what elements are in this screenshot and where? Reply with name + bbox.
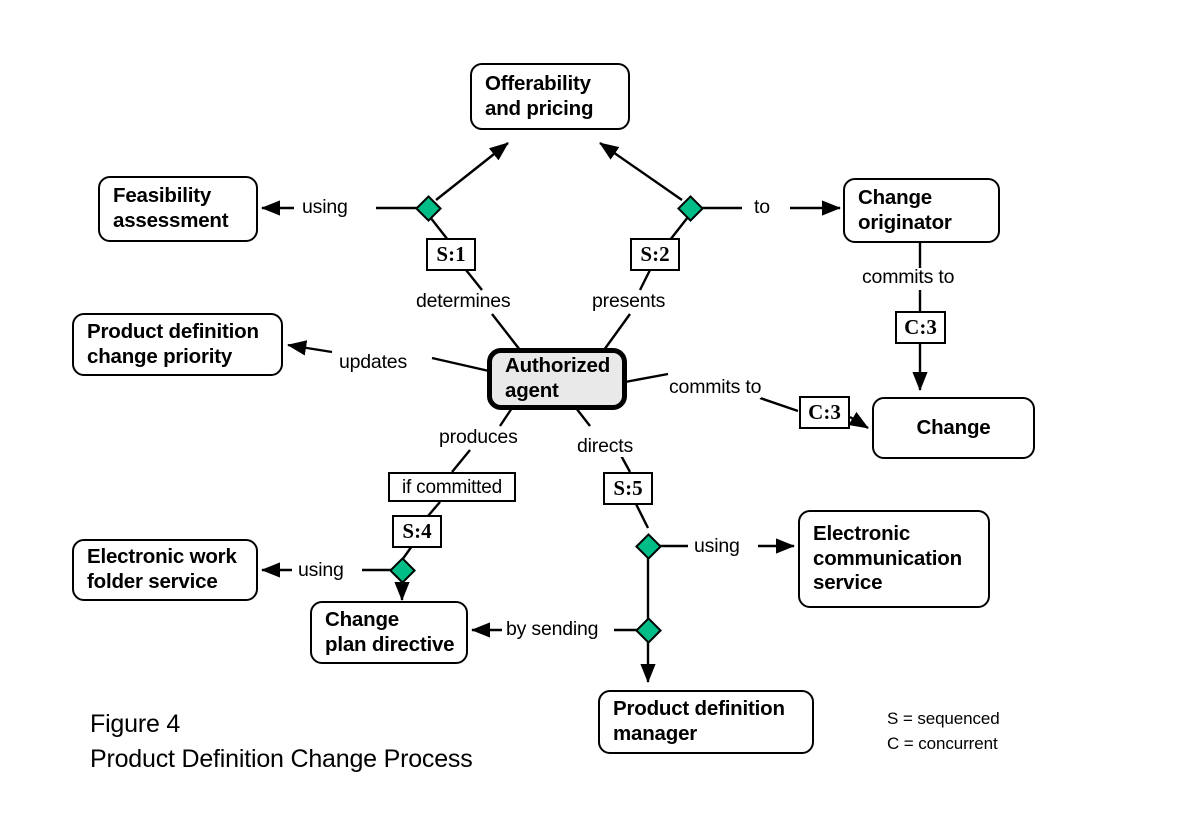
node-feasibility-assessment[interactable]: Feasibility assessment <box>98 176 258 242</box>
node-electronic-work-folder-service[interactable]: Electronic work folder service <box>72 539 258 601</box>
tagbox-label: C:3 <box>808 400 841 424</box>
relation-label-presents: presents <box>592 290 666 312</box>
relation-label-commits-to-change: commits to <box>862 266 955 288</box>
relation-label-using-feasibility: using <box>302 196 348 218</box>
junction-diamond-s5-upper[interactable] <box>634 532 662 560</box>
wire-commitsto-c3b <box>759 396 799 413</box>
tagbox-s2[interactable]: S:2 <box>630 238 680 271</box>
relation-label-using-ework: using <box>298 559 344 581</box>
tagbox-label: S:1 <box>436 242 466 266</box>
node-authorized-agent[interactable]: Authorized agent <box>487 348 627 410</box>
node-line: Electronic <box>813 522 911 546</box>
node-line: Change <box>916 415 991 439</box>
node-line: Electronic work <box>87 545 237 569</box>
node-line: Product definition <box>87 319 259 343</box>
figure-number: Figure 4 <box>90 710 181 738</box>
wire-determines-agent <box>491 313 521 351</box>
wire-s2-presents <box>638 269 652 291</box>
wire-ifcommitted-s4 <box>427 501 441 517</box>
wire-c3b-change <box>848 411 869 430</box>
node-line: Offerability <box>485 71 591 95</box>
tagbox-s1[interactable]: S:1 <box>426 238 476 271</box>
wire-updates-priority <box>287 340 333 356</box>
node-line: and pricing <box>485 96 594 120</box>
relation-label-to-originator: to <box>754 196 770 218</box>
tagbox-c3-originator[interactable]: C:3 <box>895 311 946 344</box>
node-offerability-and-pricing[interactable]: Offerability and pricing <box>470 63 630 130</box>
node-product-definition-change-priority[interactable]: Product definition change priority <box>72 313 283 376</box>
tagbox-label: S:5 <box>613 476 643 500</box>
relation-label-determines: determines <box>416 290 511 312</box>
wire-s1-determines <box>465 269 483 291</box>
relation-label-by-sending: by sending <box>506 618 599 640</box>
node-line: Feasibility <box>113 184 212 208</box>
tagbox-c3-agent[interactable]: C:3 <box>799 396 850 429</box>
relation-label-using-ecomm: using <box>694 535 740 557</box>
figure-caption: Figure 4 Product Definition Change Proce… <box>90 707 473 776</box>
node-change-plan-directive[interactable]: Change plan directive <box>310 601 468 664</box>
relation-label-updates: updates <box>339 351 407 373</box>
junction-diamond-s4[interactable] <box>388 556 416 584</box>
tagbox-if-committed[interactable]: if committed <box>388 472 516 502</box>
legend-line-concurrent: C = concurrent <box>887 733 998 753</box>
node-electronic-communication-service[interactable]: Electronic communication service <box>798 510 990 608</box>
figure-title: Product Definition Change Process <box>90 744 473 773</box>
junction-diamond-s2[interactable] <box>676 194 704 222</box>
wire-agent-directs <box>575 407 591 427</box>
node-line: manager <box>613 722 698 745</box>
legend-line-sequenced: S = sequenced <box>887 709 1000 728</box>
wire-offerability-left <box>435 142 509 201</box>
node-line: communication <box>813 546 962 570</box>
node-line: Change <box>858 185 932 209</box>
tagbox-label: if committed <box>401 476 502 498</box>
node-change[interactable]: Change <box>872 397 1035 459</box>
node-line: Change <box>325 607 399 631</box>
tagbox-s5[interactable]: S:5 <box>603 472 653 505</box>
tagbox-label: S:4 <box>402 519 432 543</box>
relation-label-directs: directs <box>577 435 634 457</box>
diagram-canvas: Offerability and pricing Feasibility ass… <box>0 0 1200 821</box>
node-line: change priority <box>87 344 233 368</box>
relation-label-commits-to-agent: commits to <box>669 376 762 398</box>
wire-produces-ifcommitted <box>451 449 471 473</box>
wire-agent-commitsto <box>624 372 669 384</box>
node-line: Authorized <box>505 354 611 378</box>
node-line: originator <box>858 210 952 234</box>
relation-label-produces: produces <box>439 426 518 448</box>
wire-diamond2-s2 <box>669 216 689 241</box>
wire-offerability-right <box>599 142 683 201</box>
junction-diamond-s5-lower[interactable] <box>634 616 662 644</box>
wire-presents-agent <box>603 313 631 351</box>
tagbox-s4[interactable]: S:4 <box>392 515 442 548</box>
legend: S = sequenced C = concurrent <box>887 707 1000 756</box>
node-line: agent <box>505 379 559 402</box>
junction-diamond-s1[interactable] <box>414 194 442 222</box>
wire-agent-updates <box>431 356 490 373</box>
wire-agent-produces <box>499 407 513 427</box>
wire-diamond1-s1 <box>429 216 449 241</box>
node-change-originator[interactable]: Change originator <box>843 178 1000 243</box>
node-line: assessment <box>113 209 229 232</box>
node-line: Product definition <box>613 697 785 721</box>
node-line: service <box>813 571 883 595</box>
tagbox-label: S:2 <box>640 242 670 266</box>
node-line: folder service <box>87 570 218 593</box>
node-product-definition-manager[interactable]: Product definition manager <box>598 690 814 754</box>
tagbox-label: C:3 <box>904 315 937 339</box>
wire-s5-diamond5 <box>634 503 650 529</box>
node-line: plan directive <box>325 632 455 656</box>
